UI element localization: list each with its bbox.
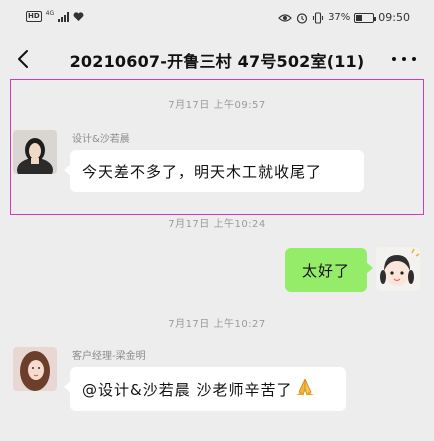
status-left: HD 4G — [26, 10, 84, 22]
chat-title: 20210607-开鲁三村 47号502室(11) — [69, 52, 365, 71]
more-button[interactable] — [392, 52, 416, 66]
avatar-photo-icon — [13, 347, 57, 391]
message-text: @设计&沙若晨 沙老师辛苦了 — [82, 380, 293, 399]
battery-icon — [354, 12, 377, 23]
signal-icon — [58, 11, 70, 22]
avatar-cartoon-icon — [376, 247, 420, 291]
hd-badge: HD — [26, 11, 42, 22]
avatar[interactable] — [376, 247, 420, 291]
message-text: 今天差不多了，明天木工就收尾了 — [82, 162, 323, 181]
heart-icon — [73, 11, 84, 21]
status-bar: HD 4G 37% 09:50 — [0, 0, 434, 34]
status-right: 37% 09:50 — [278, 11, 410, 24]
pray-emoji-icon — [294, 377, 316, 401]
chat-header: 20210607-开鲁三村 47号502室(11) — [0, 40, 434, 78]
message-bubble[interactable]: @设计&沙若晨 沙老师辛苦了 — [64, 367, 346, 411]
network-type: 4G — [45, 10, 55, 17]
avatar[interactable] — [13, 347, 57, 391]
avatar-photo-icon — [13, 130, 57, 174]
message-timestamp: 7月17日 上午10:24 — [168, 219, 266, 230]
status-time: 09:50 — [378, 11, 410, 24]
message-text: 太好了 — [301, 261, 350, 280]
more-dot — [412, 57, 416, 61]
message-timestamp: 7月17日 上午09:57 — [168, 100, 266, 111]
more-dot — [392, 57, 396, 61]
message-bubble[interactable]: 太好了 — [285, 248, 373, 292]
alarm-icon — [296, 12, 308, 24]
vibrate-icon — [313, 11, 324, 24]
battery-percent: 37% — [328, 12, 351, 23]
sender-name: 客户经理-梁金明 — [72, 351, 146, 362]
eye-icon — [278, 13, 292, 22]
avatar[interactable] — [13, 130, 57, 174]
message-bubble[interactable]: 今天差不多了，明天木工就收尾了 — [64, 150, 364, 192]
message-timestamp: 7月17日 上午10:27 — [168, 319, 266, 330]
sender-name: 设计&沙若晨 — [72, 134, 130, 145]
more-dot — [402, 57, 406, 61]
